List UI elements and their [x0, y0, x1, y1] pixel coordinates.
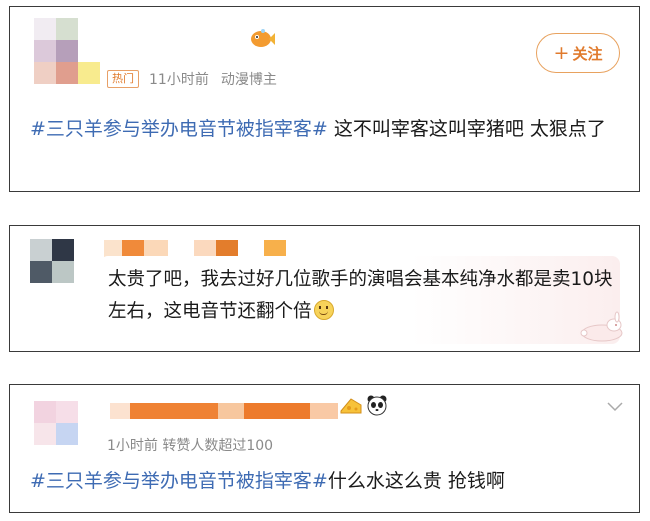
comment-card: 太贵了吧，我去过好几位歌手的演唱会基本纯净水都是卖10块左右，这电音节还翻个倍: [9, 225, 640, 352]
post-card: 热门 11小时前 动漫博主 + 关注 #三只羊参与举办电音节被指宰客# 这不叫宰…: [9, 6, 640, 192]
panda-icon: [367, 395, 387, 416]
comment-text: 太贵了吧，我去过好几位歌手的演唱会基本纯净水都是卖10块左右，这电音节还翻个倍: [108, 264, 618, 328]
post-text: #三只羊参与举办电音节被指宰客# 这不叫宰客这叫宰猪吧 太狠点了: [30, 113, 625, 146]
hashtag-link[interactable]: #三只羊参与举办电音节被指宰客#: [30, 470, 328, 492]
chevron-down-icon[interactable]: [606, 397, 624, 415]
hot-badge: 热门: [107, 70, 139, 88]
follow-button[interactable]: + 关注: [536, 33, 620, 73]
smile-emoji-icon: [313, 300, 334, 320]
comment-body: 什么水这么贵 抢钱啊: [327, 470, 505, 492]
comment-text: #三只羊参与举办电音节被指宰客#什么水这么贵 抢钱啊: [30, 465, 630, 498]
bunny-decoration-icon: [580, 311, 623, 342]
comment-card: 1小时前 转赞人数超过100 #三只羊参与举办电音节被指宰客#什么水这么贵 抢钱…: [9, 384, 640, 513]
comment-body: 太贵了吧，我去过好几位歌手的演唱会基本纯净水都是卖10块左右，这电音节还翻个倍: [108, 269, 613, 322]
post-meta: 热门 11小时前 动漫博主: [107, 69, 277, 89]
plus-icon: +: [553, 42, 570, 64]
post-time: 11小时前: [149, 72, 209, 88]
user-type: 动漫博主: [220, 72, 277, 88]
follow-label: 关注: [572, 44, 603, 63]
cheese-icon: [340, 398, 362, 414]
comment-meta: 1小时前 转赞人数超过100: [107, 438, 274, 454]
fish-icon: [251, 29, 275, 47]
post-body: 这不叫宰客这叫宰猪吧 太狠点了: [327, 118, 606, 140]
hashtag-link[interactable]: #三只羊参与举办电音节被指宰客#: [30, 118, 328, 140]
